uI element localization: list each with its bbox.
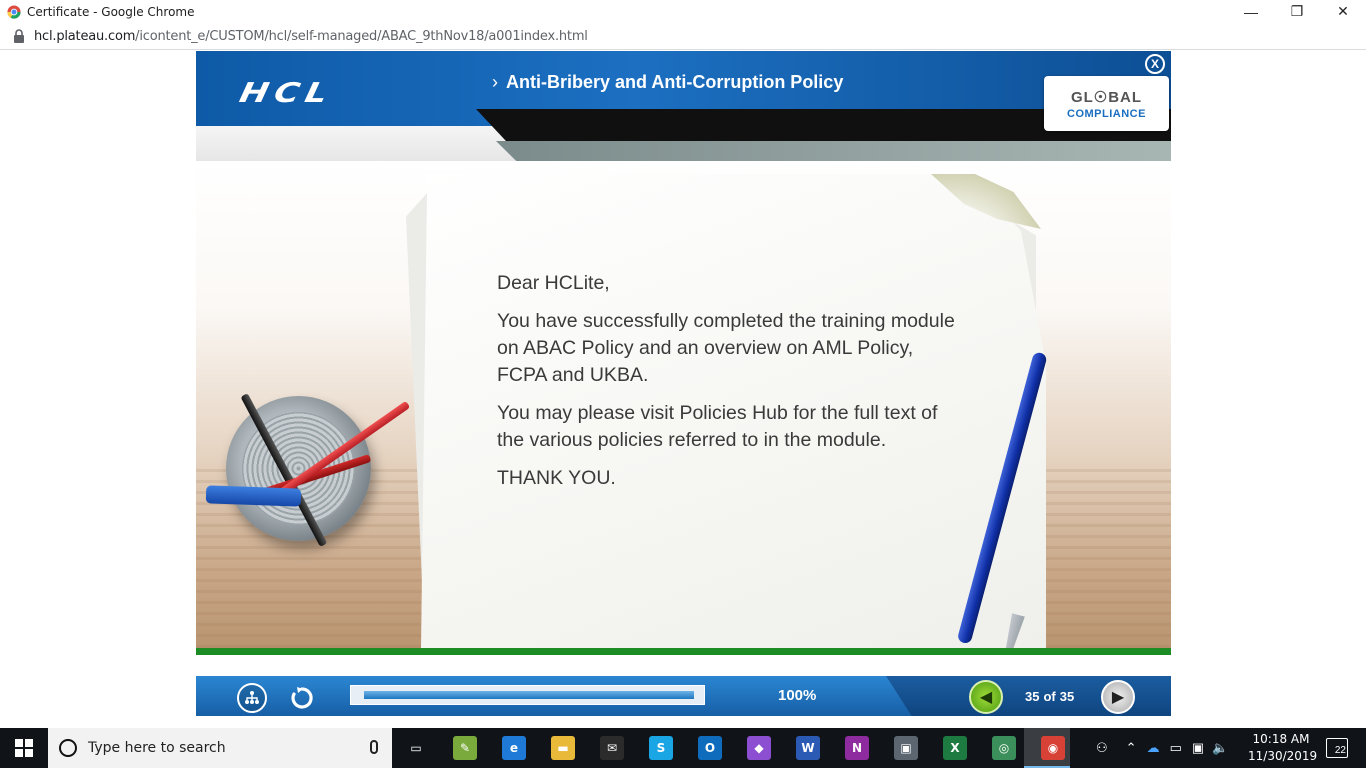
progress-percent: 100% <box>778 687 817 704</box>
word-icon[interactable]: W <box>796 736 820 760</box>
letter-closing: THANK YOU. <box>497 467 616 489</box>
network-icon[interactable]: ▣ <box>1192 740 1204 756</box>
green-divider <box>196 648 1171 655</box>
replay-button[interactable] <box>287 683 317 713</box>
system-tray: ⚇ ⌃ ☁ ▭ ▣ 🔈 <box>1096 728 1228 768</box>
page-counter: 35 of 35 <box>1025 689 1074 704</box>
chrome-logo-icon <box>7 4 21 19</box>
course-title: › Anti-Bribery and Anti-Corruption Policy <box>492 72 843 93</box>
onenote-icon[interactable]: N <box>845 736 869 760</box>
window-title: Certificate - Google Chrome <box>27 4 195 19</box>
course-header: HCL › Anti-Bribery and Anti-Corruption Po… <box>196 51 1171 161</box>
clock-time: 10:18 AM <box>1252 732 1310 746</box>
certificate-letter: Dear HCLite, You have successfully compl… <box>497 270 957 503</box>
letter-greeting: Dear HCLite, <box>497 272 610 294</box>
replay-icon <box>291 687 313 709</box>
blue-marker-image <box>205 485 302 507</box>
chrome-icon[interactable]: ◉ <box>1041 736 1065 760</box>
excel-icon[interactable]: X <box>943 736 967 760</box>
url-path: /icontent_e/CUSTOM/hcl/self-managed/ABAC… <box>135 28 588 44</box>
volume-icon[interactable]: 🔈 <box>1212 740 1228 756</box>
taskbar-search-box[interactable]: Type here to search <box>48 728 392 768</box>
notification-count: 22 <box>1334 745 1346 756</box>
lock-icon <box>14 29 24 43</box>
cortana-icon <box>59 739 77 757</box>
action-center-button[interactable]: 22 <box>1326 738 1348 758</box>
url-text[interactable]: hcl.plateau.com/icontent_e/CUSTOM/hcl/se… <box>34 29 588 44</box>
minimize-button[interactable]: — <box>1228 0 1274 23</box>
hcl-logo: HCL <box>236 77 337 109</box>
previous-button[interactable]: ◀ <box>969 680 1003 714</box>
letter-paragraph-1: You have successfully completed the trai… <box>497 310 955 386</box>
total-pages: 35 <box>1059 689 1075 704</box>
global-compliance-badge: GL☉BAL COMPLIANCE <box>1044 76 1169 131</box>
restore-button[interactable]: ❐ <box>1274 0 1320 23</box>
close-window-button[interactable]: ✕ <box>1320 0 1366 23</box>
address-bar[interactable]: hcl.plateau.com/icontent_e/CUSTOM/hcl/se… <box>0 23 1366 50</box>
progress-bar-fill <box>364 691 694 699</box>
start-button[interactable] <box>0 728 48 768</box>
window-controls: — ❐ ✕ <box>1228 0 1366 23</box>
url-host: hcl.plateau.com <box>34 28 136 44</box>
edge-icon[interactable]: e <box>502 736 526 760</box>
next-button[interactable]: ▶ <box>1101 680 1135 714</box>
mail-icon[interactable]: ✉ <box>600 736 624 760</box>
file-explorer-icon[interactable]: ▬ <box>551 736 575 760</box>
battery-icon[interactable]: ▭ <box>1170 740 1182 756</box>
people-icon[interactable]: ⚇ <box>1096 740 1108 756</box>
outlook-icon[interactable]: O <box>698 736 722 760</box>
chevron-right-icon: › <box>492 72 498 92</box>
progress-bar <box>350 685 705 705</box>
player-controls: 100% ◀ 35 of 35 ▶ <box>196 676 1171 716</box>
browser-title-bar: Certificate - Google Chrome — ❐ ✕ <box>0 0 1366 23</box>
arrow-right-icon: ▶ <box>1111 689 1125 706</box>
page-of-label: of <box>1043 689 1056 704</box>
close-course-button[interactable]: X <box>1145 54 1165 74</box>
chevron-up-icon[interactable]: ⌃ <box>1126 740 1137 756</box>
taskbar-clock[interactable]: 10:18 AM 11/30/2019 <box>1248 731 1318 765</box>
menu-button[interactable] <box>237 683 267 713</box>
remote-desktop-icon[interactable]: ▣ <box>894 736 918 760</box>
skype-icon[interactable]: S <box>649 736 673 760</box>
windows-logo-icon <box>15 739 33 757</box>
task-view-icon[interactable]: ▭ <box>404 736 428 760</box>
search-placeholder: Type here to search <box>88 740 226 756</box>
course-title-text: Anti-Bribery and Anti-Corruption Policy <box>506 72 844 92</box>
badge-compliance-text: COMPLIANCE <box>1067 107 1146 120</box>
current-page: 35 <box>1025 689 1040 704</box>
visual-studio-icon[interactable]: ◆ <box>747 736 771 760</box>
onedrive-icon[interactable]: ☁ <box>1147 740 1160 756</box>
clock-date: 11/30/2019 <box>1248 749 1318 763</box>
network-app-icon[interactable]: ◎ <box>992 736 1016 760</box>
sitemap-icon <box>245 691 259 704</box>
badge-global-text: GL☉BAL <box>1070 88 1143 106</box>
sticky-notes-icon[interactable]: ✎ <box>453 736 477 760</box>
letter-paragraph-2: You may please visit Policies Hub for th… <box>497 402 938 451</box>
arrow-left-icon: ◀ <box>979 689 993 706</box>
microphone-icon[interactable] <box>370 740 378 754</box>
windows-taskbar: Type here to search ▭ ✎ e ▬ ✉ S O ◆ W N ▣ X ◎ ◉ ⚇ ⌃ ☁… <box>0 728 1366 768</box>
